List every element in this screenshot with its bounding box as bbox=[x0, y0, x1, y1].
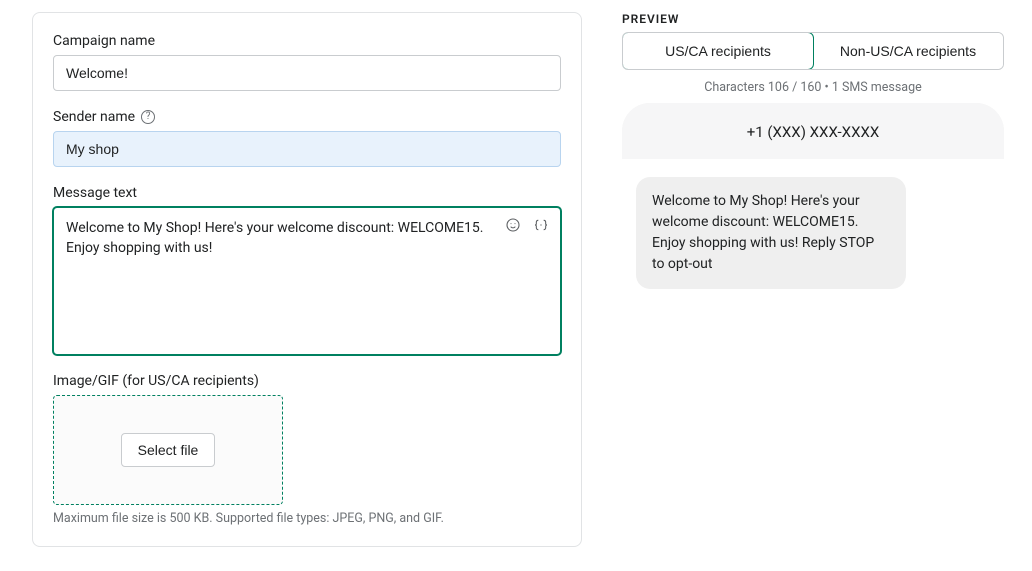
message-text-field: Message text bbox=[53, 185, 561, 355]
campaign-name-input[interactable] bbox=[53, 55, 561, 91]
variable-icon[interactable] bbox=[532, 216, 550, 234]
textarea-icon-row bbox=[504, 216, 550, 234]
image-dropzone[interactable]: Select file bbox=[53, 395, 283, 505]
character-count: Characters 106 / 160 • 1 SMS message bbox=[622, 80, 1004, 95]
sender-name-input[interactable] bbox=[53, 131, 561, 167]
image-field: Image/GIF (for US/CA recipients) Select … bbox=[53, 373, 561, 526]
phone-body: Welcome to My Shop! Here's your welcome … bbox=[622, 159, 1004, 509]
sender-name-label-text: Sender name bbox=[53, 109, 135, 125]
select-file-button[interactable]: Select file bbox=[121, 433, 216, 467]
emoji-icon[interactable] bbox=[504, 216, 522, 234]
recipient-segmented-control: US/CA recipients Non-US/CA recipients bbox=[622, 32, 1004, 70]
message-textarea[interactable] bbox=[54, 208, 560, 350]
phone-preview: +1 (XXX) XXX-XXXX Welcome to My Shop! He… bbox=[622, 103, 1004, 509]
message-text-label: Message text bbox=[53, 185, 561, 201]
image-label: Image/GIF (for US/CA recipients) bbox=[53, 373, 561, 389]
help-icon[interactable]: ? bbox=[141, 110, 155, 124]
message-bubble: Welcome to My Shop! Here's your welcome … bbox=[636, 177, 906, 289]
campaign-name-field: Campaign name bbox=[53, 33, 561, 91]
sender-name-field: Sender name ? bbox=[53, 109, 561, 167]
tab-us-ca-recipients[interactable]: US/CA recipients bbox=[622, 32, 814, 70]
sender-name-label: Sender name ? bbox=[53, 109, 561, 125]
campaign-name-label: Campaign name bbox=[53, 33, 561, 49]
campaign-form-card: Campaign name Sender name ? Message text bbox=[32, 12, 582, 547]
tab-non-us-ca-recipients[interactable]: Non-US/CA recipients bbox=[813, 33, 1003, 69]
phone-number: +1 (XXX) XXX-XXXX bbox=[622, 103, 1004, 159]
preview-label: PREVIEW bbox=[622, 12, 1004, 26]
preview-column: PREVIEW US/CA recipients Non-US/CA recip… bbox=[622, 12, 1004, 547]
message-textarea-wrap bbox=[53, 207, 561, 355]
image-hint: Maximum file size is 500 KB. Supported f… bbox=[53, 511, 561, 526]
